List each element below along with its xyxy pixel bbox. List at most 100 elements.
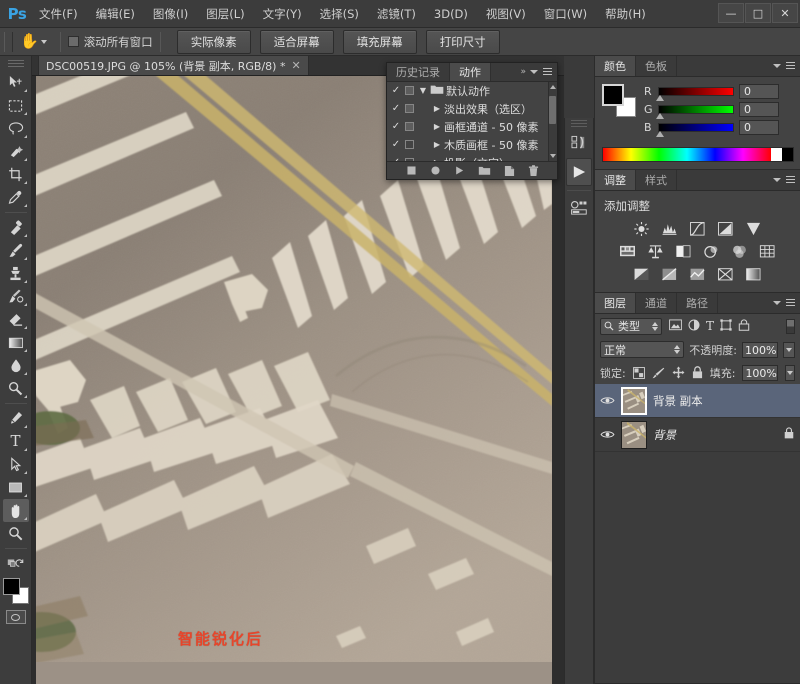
- pen-tool[interactable]: [3, 407, 29, 430]
- twirl-down-icon[interactable]: ▼: [416, 86, 430, 95]
- shape-filter-icon[interactable]: [720, 319, 732, 334]
- tools-panel-grip[interactable]: [8, 60, 24, 67]
- tab-styles[interactable]: 样式: [636, 170, 677, 190]
- layer-filter-type-select[interactable]: 类型: [600, 318, 662, 335]
- path-selection-tool[interactable]: [3, 453, 29, 476]
- invert-icon[interactable]: [632, 266, 651, 283]
- twirl-right-icon[interactable]: ▶: [430, 140, 444, 149]
- scroll-up-icon[interactable]: [550, 85, 556, 89]
- maximize-button[interactable]: □: [745, 3, 771, 23]
- blur-tool[interactable]: [3, 354, 29, 377]
- photo-filter-icon[interactable]: [702, 243, 721, 260]
- menu-3d[interactable]: 3D(D): [425, 0, 477, 28]
- tool-preset-picker[interactable]: ✋: [18, 34, 53, 49]
- stop-icon[interactable]: [406, 165, 417, 176]
- action-dialog-toggle[interactable]: [403, 104, 416, 113]
- hue-saturation-icon[interactable]: [618, 243, 637, 260]
- color-panel-swatches[interactable]: [602, 84, 636, 116]
- action-enabled-check[interactable]: ✓: [389, 85, 403, 96]
- vibrance-icon[interactable]: [744, 220, 763, 237]
- color-lookup-icon[interactable]: [758, 243, 777, 260]
- threshold-icon[interactable]: [688, 266, 707, 283]
- rectangular-marquee-tool[interactable]: [3, 94, 29, 117]
- type-tool[interactable]: T: [3, 430, 29, 453]
- stepper-icon[interactable]: [674, 345, 680, 354]
- red-value[interactable]: 0: [739, 84, 779, 99]
- action-dialog-toggle[interactable]: [403, 122, 416, 131]
- scroll-all-windows-checkbox[interactable]: 滚动所有窗口: [68, 34, 153, 50]
- close-button[interactable]: ✕: [772, 3, 798, 23]
- histogram-icon[interactable]: [566, 130, 592, 156]
- tab-swatches[interactable]: 色板: [636, 56, 677, 76]
- menu-view[interactable]: 视图(V): [477, 0, 535, 28]
- play-panel-icon[interactable]: [566, 158, 592, 186]
- quick-selection-tool[interactable]: [3, 140, 29, 163]
- fit-screen-button[interactable]: 适合屏幕: [260, 30, 334, 54]
- print-size-button[interactable]: 打印尺寸: [426, 30, 500, 54]
- menu-window[interactable]: 窗口(W): [535, 0, 596, 28]
- crop-tool[interactable]: [3, 163, 29, 186]
- lock-image-icon[interactable]: [652, 367, 665, 379]
- brush-tool[interactable]: [3, 239, 29, 262]
- tab-channels[interactable]: 通道: [636, 293, 677, 313]
- color-balance-icon[interactable]: [646, 243, 665, 260]
- record-icon[interactable]: [430, 165, 441, 176]
- properties-icon[interactable]: [566, 195, 592, 221]
- action-row-frame-channel[interactable]: ✓ ▶ 画框通道 - 50 像素: [387, 118, 557, 136]
- tab-actions[interactable]: 动作: [450, 63, 491, 81]
- action-row-wood-frame[interactable]: ✓ ▶ 木质画框 - 50 像素: [387, 136, 557, 154]
- tab-layers[interactable]: 图层: [595, 293, 636, 313]
- menu-image[interactable]: 图像(I): [144, 0, 197, 28]
- fill-screen-button[interactable]: 填充屏幕: [343, 30, 417, 54]
- menu-select[interactable]: 选择(S): [311, 0, 368, 28]
- foreground-color-swatch[interactable]: [3, 578, 20, 595]
- opacity-slider-toggle[interactable]: [783, 342, 795, 358]
- zoom-tool[interactable]: [3, 522, 29, 545]
- action-dialog-toggle[interactable]: [403, 86, 416, 95]
- layer-list[interactable]: 背景 副本 背景: [595, 384, 800, 683]
- lock-transparency-icon[interactable]: [633, 367, 645, 379]
- lock-all-icon[interactable]: [692, 366, 703, 379]
- exposure-icon[interactable]: [716, 220, 735, 237]
- actual-pixels-button[interactable]: 实际像素: [177, 30, 251, 54]
- opacity-value[interactable]: 100%: [742, 342, 778, 358]
- checkbox-box[interactable]: [68, 36, 79, 47]
- adjustment-filter-icon[interactable]: [688, 319, 700, 334]
- action-row-drop-shadow-text[interactable]: ✓ ▶ 投影（文字）: [387, 154, 557, 162]
- layer-name[interactable]: 背景 副本: [653, 393, 794, 409]
- close-icon[interactable]: ✕: [291, 59, 300, 72]
- document-tab[interactable]: DSC00519.JPG @ 105% (背景 副本, RGB/8) * ✕: [38, 55, 309, 75]
- lasso-tool[interactable]: [3, 117, 29, 140]
- fill-value[interactable]: 100%: [742, 365, 778, 381]
- black-white-icon[interactable]: [674, 243, 693, 260]
- menu-layer[interactable]: 图层(L): [197, 0, 253, 28]
- hand-tool[interactable]: [3, 499, 29, 522]
- tab-color[interactable]: 颜色: [595, 56, 636, 76]
- action-enabled-check[interactable]: ✓: [389, 121, 403, 132]
- channel-mixer-icon[interactable]: [730, 243, 749, 260]
- action-enabled-check[interactable]: ✓: [389, 157, 403, 161]
- action-enabled-check[interactable]: ✓: [389, 139, 403, 150]
- screen-mode-icon[interactable]: [3, 552, 29, 575]
- new-action-icon[interactable]: [504, 165, 515, 177]
- action-enabled-check[interactable]: ✓: [389, 103, 403, 114]
- eye-icon[interactable]: [599, 429, 615, 440]
- action-row-default-set[interactable]: ✓ ▼ 默认动作: [387, 82, 557, 100]
- blue-value[interactable]: 0: [739, 120, 779, 135]
- options-bar-grip[interactable]: [4, 32, 13, 52]
- scroll-down-icon[interactable]: [550, 154, 556, 158]
- twirl-right-icon[interactable]: ▶: [430, 122, 444, 131]
- menu-edit[interactable]: 编辑(E): [87, 0, 144, 28]
- color-panel-menu[interactable]: [773, 56, 800, 76]
- brightness-contrast-icon[interactable]: [632, 220, 651, 237]
- move-tool[interactable]: [3, 71, 29, 94]
- twirl-right-icon[interactable]: ▶: [430, 158, 444, 161]
- history-brush-tool[interactable]: [3, 285, 29, 308]
- menu-filter[interactable]: 滤镜(T): [368, 0, 425, 28]
- posterize-icon[interactable]: [660, 266, 679, 283]
- color-swatches[interactable]: [3, 578, 29, 604]
- dodge-tool[interactable]: [3, 377, 29, 400]
- eye-icon[interactable]: [599, 395, 615, 406]
- gradient-tool[interactable]: [3, 331, 29, 354]
- type-filter-icon[interactable]: T: [706, 320, 714, 332]
